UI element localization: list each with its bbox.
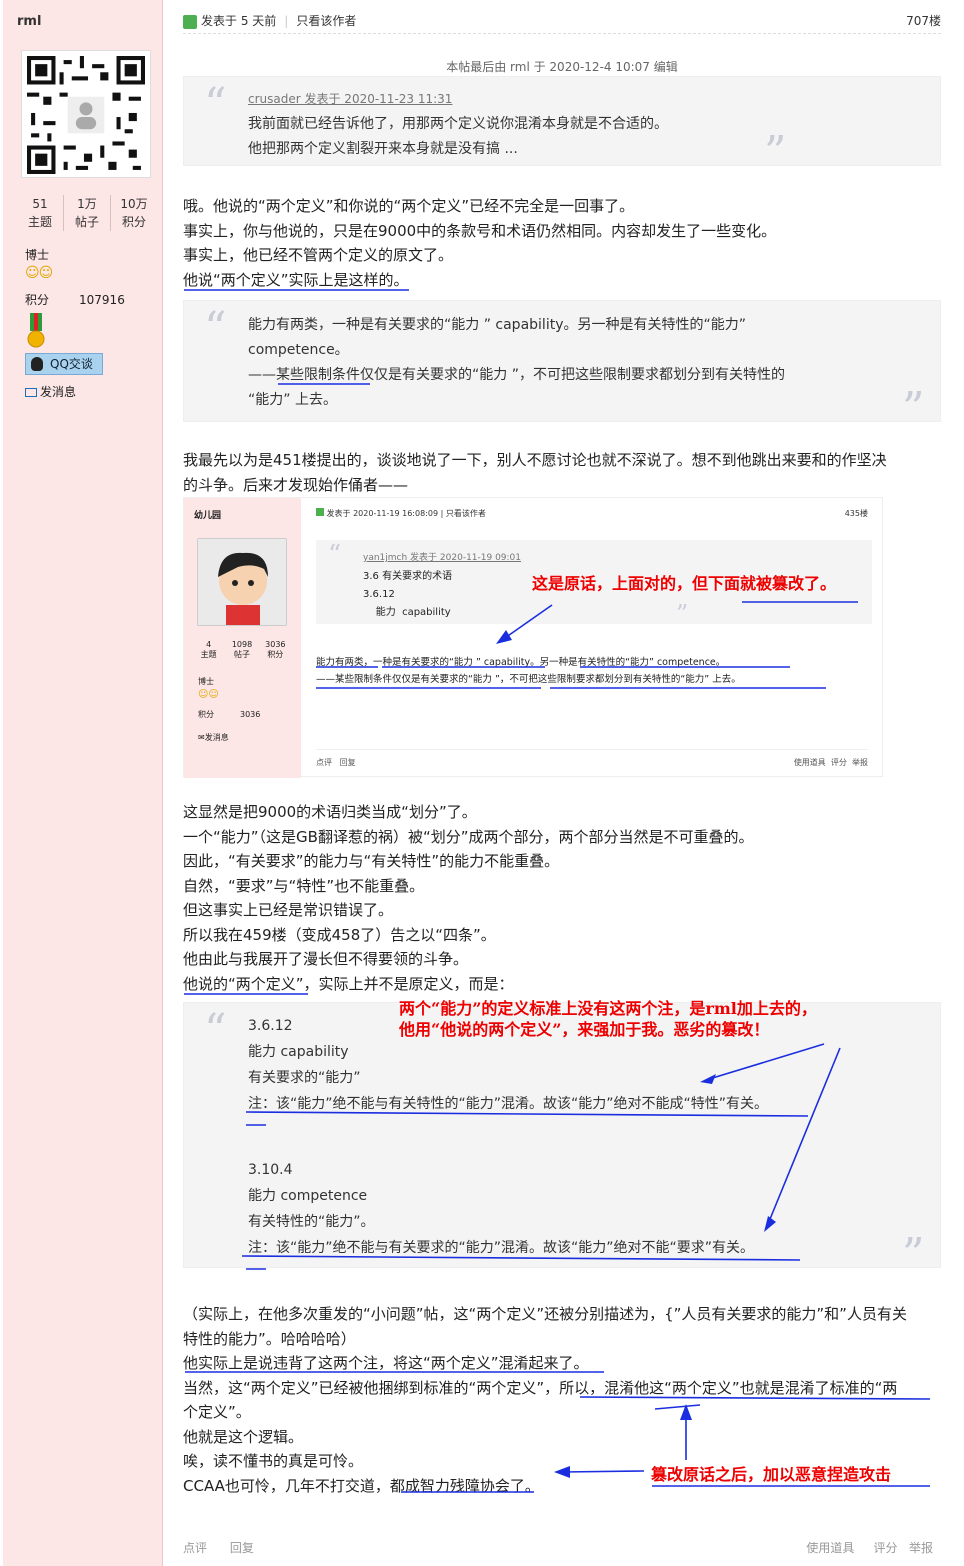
forum-post-page: rml 51 主题 1万 帖子 10万 积分 博士 ☺☺ 积分 107916 Q…	[0, 0, 964, 1566]
use-item-button[interactable]: 使用道具	[806, 1541, 854, 1555]
report-button[interactable]: 举报	[909, 1541, 933, 1555]
reply-button[interactable]: 回复	[230, 1541, 254, 1555]
comment-button[interactable]: 点评	[183, 1541, 207, 1555]
post-footer: 点评 回复 使用道具 评分 举报	[183, 1539, 941, 1556]
rate-button[interactable]: 评分	[874, 1541, 898, 1555]
annotation-marks	[184, 289, 931, 1493]
